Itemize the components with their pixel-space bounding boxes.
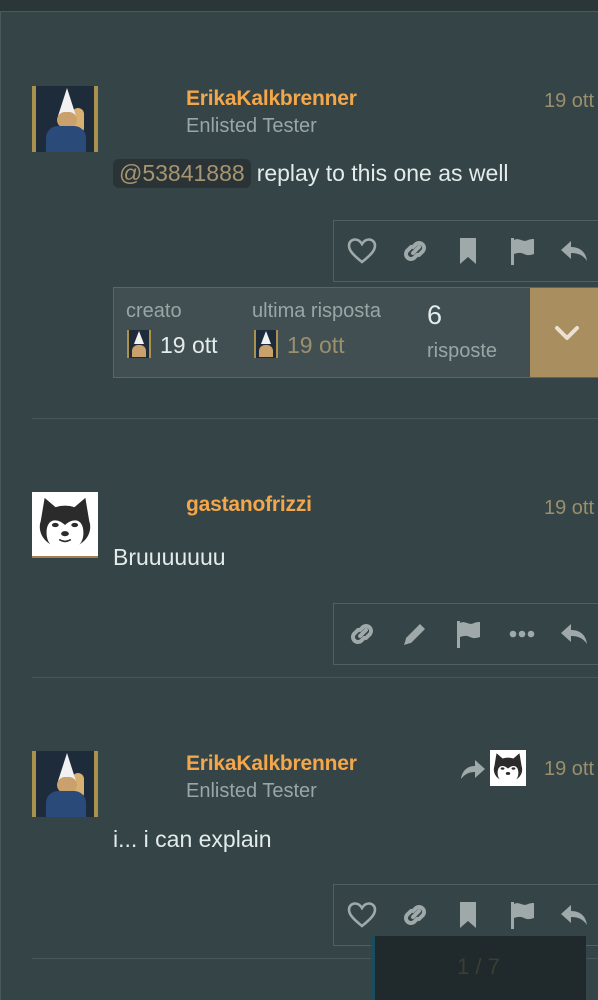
post-actions	[333, 603, 598, 665]
post-date[interactable]: 19 ott	[544, 497, 594, 520]
creator-avatar[interactable]	[127, 330, 151, 358]
bookmark-icon	[460, 902, 476, 928]
reply-icon	[561, 905, 587, 925]
bookmark-icon	[460, 238, 476, 264]
bookmark-button[interactable]	[452, 235, 484, 267]
replies-label: risposte	[427, 340, 498, 362]
chevron-down-icon	[555, 326, 579, 340]
post-divider	[32, 677, 598, 678]
dog-avatar-icon	[39, 497, 91, 551]
copy-link-button[interactable]	[346, 618, 378, 650]
topic-summary: creato 19 ott ultima risposta 19 ott 6 r…	[113, 287, 598, 378]
user-avatar[interactable]	[32, 86, 98, 152]
flag-button[interactable]	[506, 235, 538, 267]
link-icon	[351, 624, 373, 644]
reply-button[interactable]	[558, 235, 590, 267]
reply-button[interactable]	[558, 899, 590, 931]
replies-count: 6	[427, 300, 443, 330]
top-header-bar	[0, 0, 598, 12]
share-arrow-icon	[461, 760, 485, 779]
post-text: Bruuuuuuu	[113, 544, 226, 570]
last-reply-date[interactable]: 19 ott	[287, 332, 345, 359]
post-date[interactable]: 19 ott	[544, 758, 594, 781]
flag-icon	[511, 902, 534, 929]
copy-link-button[interactable]	[399, 235, 431, 267]
reply-icon	[561, 241, 587, 261]
created-label: creato	[126, 300, 182, 322]
last-replier-avatar[interactable]	[254, 330, 278, 358]
flag-button[interactable]	[452, 618, 484, 650]
user-avatar[interactable]	[32, 492, 98, 558]
post-divider	[32, 418, 598, 419]
flag-icon	[457, 621, 480, 648]
like-button[interactable]	[346, 899, 378, 931]
reply-button[interactable]	[558, 618, 590, 650]
scroller-position: 1 / 7	[457, 954, 500, 979]
bookmark-button[interactable]	[452, 899, 484, 931]
username[interactable]: ErikaKalkbrenner	[186, 752, 357, 776]
username[interactable]: ErikaKalkbrenner	[186, 87, 357, 111]
user-avatar[interactable]	[32, 751, 98, 817]
more-actions-button[interactable]	[506, 618, 538, 650]
pencil-icon	[404, 624, 425, 645]
mention-link[interactable]: @53841888	[113, 159, 251, 188]
user-title: Enlisted Tester	[186, 780, 317, 802]
post-actions	[333, 220, 598, 282]
timeline-scroller[interactable]: 1 / 7	[371, 936, 586, 1000]
reply-icon	[561, 624, 587, 644]
expand-summary-button[interactable]	[530, 288, 598, 377]
heart-icon	[347, 902, 377, 928]
reply-to-indicator[interactable]	[460, 748, 530, 788]
like-button[interactable]	[346, 235, 378, 267]
last-reply-label: ultima risposta	[252, 300, 381, 322]
link-icon	[404, 241, 426, 261]
left-border	[0, 11, 1, 1000]
link-icon	[404, 905, 426, 925]
post-date[interactable]: 19 ott	[544, 90, 594, 113]
flag-icon	[511, 238, 534, 265]
heart-icon	[347, 238, 377, 264]
post-text: replay to this one as well	[256, 160, 509, 186]
post-text: i... i can explain	[113, 826, 272, 852]
user-title: Enlisted Tester	[186, 115, 317, 137]
flag-button[interactable]	[506, 899, 538, 931]
edit-button[interactable]	[399, 618, 431, 650]
dog-avatar-icon	[493, 753, 523, 783]
reply-to-avatar	[490, 750, 526, 786]
post-content: @53841888 replay to this one as well	[113, 159, 509, 188]
username[interactable]: gastanofrizzi	[186, 493, 312, 517]
ellipsis-icon	[509, 630, 535, 638]
created-date: 19 ott	[160, 332, 218, 358]
copy-link-button[interactable]	[399, 899, 431, 931]
